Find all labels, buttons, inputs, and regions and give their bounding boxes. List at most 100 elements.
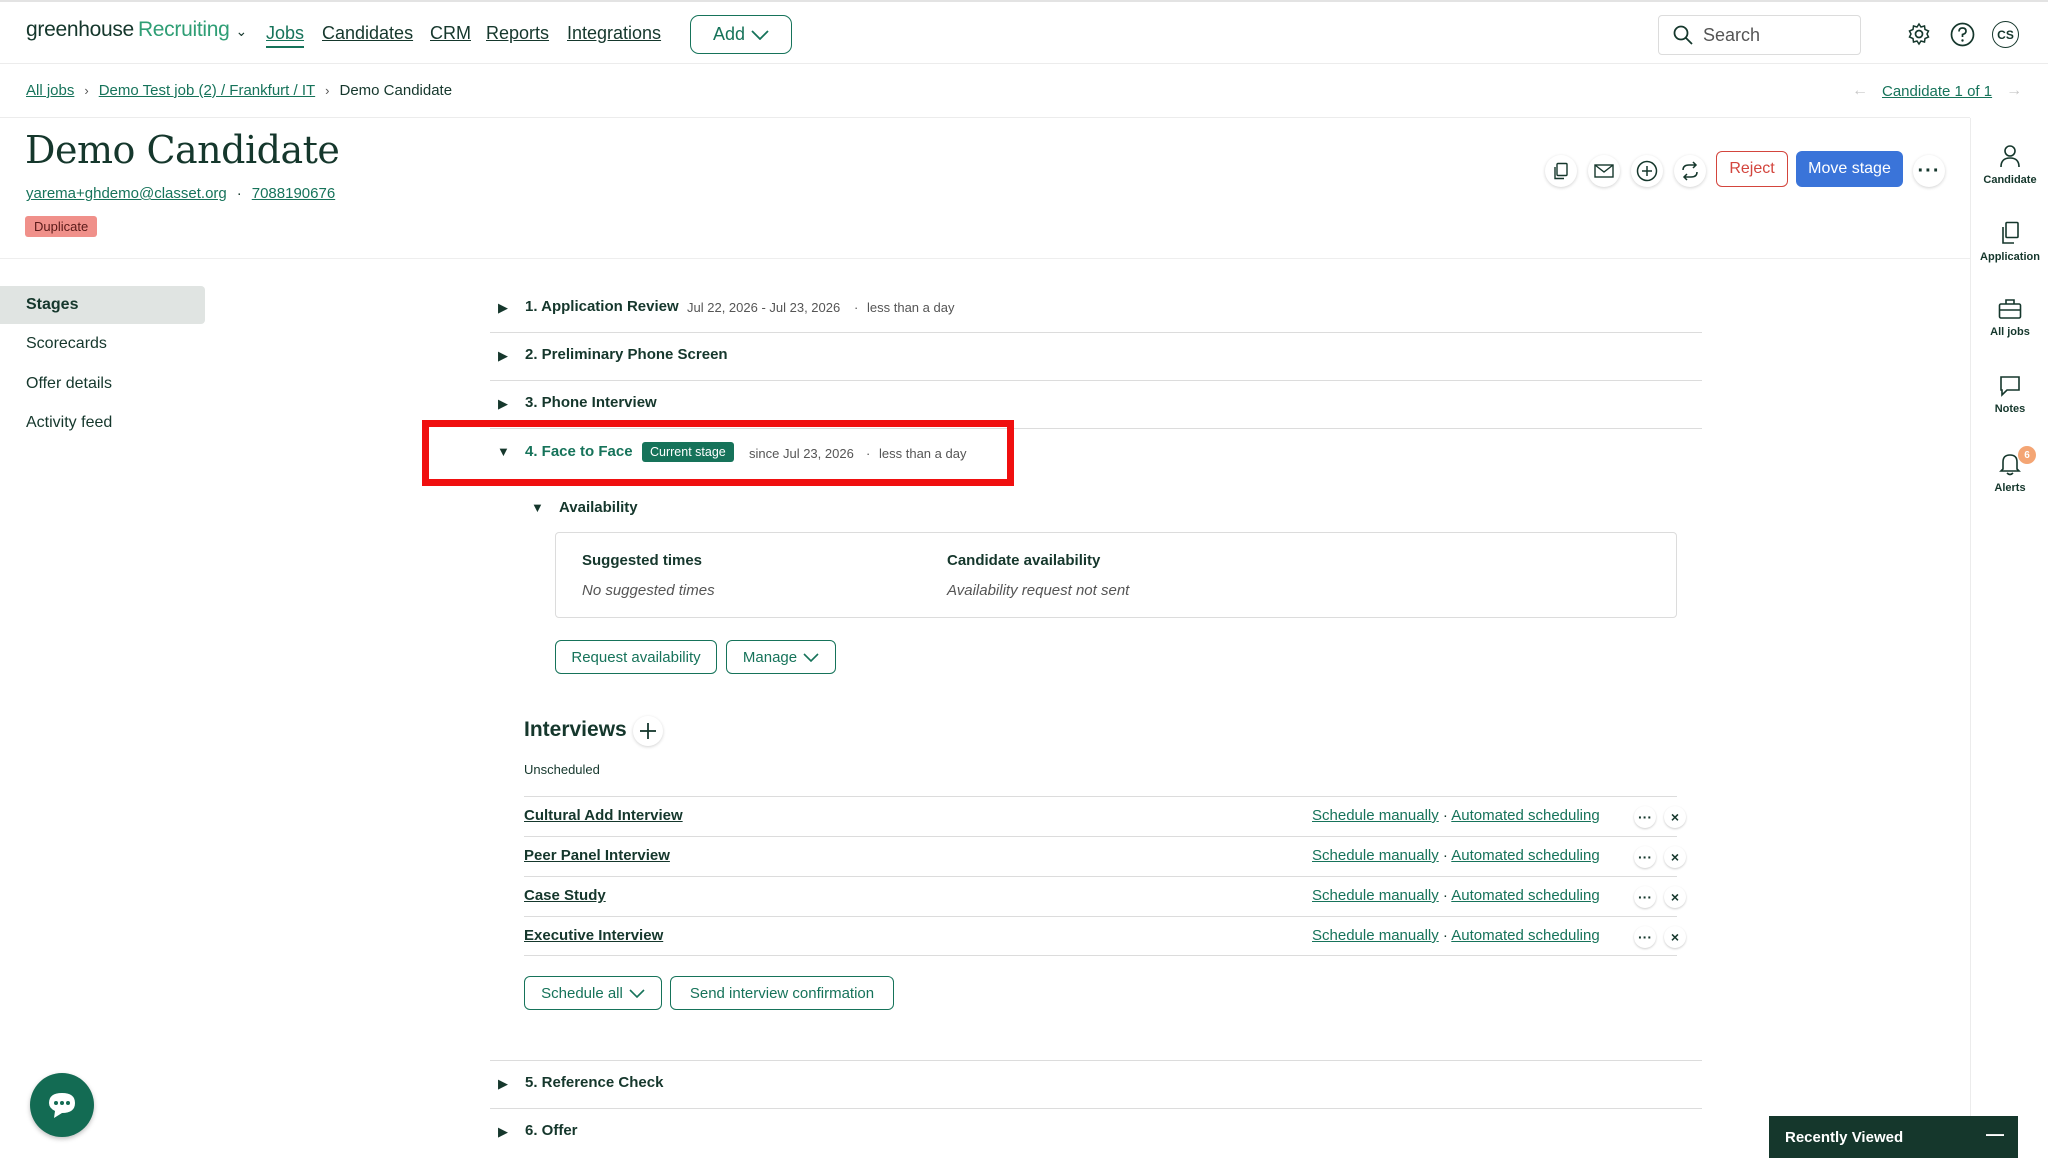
manage-button[interactable]: Manage — [726, 640, 836, 674]
stage-dates: Jul 22, 2026 - Jul 23, 2026 — [687, 300, 841, 315]
bell-icon: 6 — [1971, 446, 2048, 476]
candidate-availability-label: Candidate availability — [947, 552, 1101, 569]
caret-right-icon[interactable]: ▶ — [498, 396, 508, 412]
comment-icon — [1971, 375, 2048, 397]
interview-name-link[interactable]: Peer Panel Interview — [524, 847, 670, 864]
button-label: Request availability — [571, 648, 701, 666]
app-logo[interactable]: greenhouse Recruiting ⌄ — [26, 18, 247, 42]
caret-down-icon[interactable]: ▼ — [531, 500, 544, 515]
logo-text: greenhouse — [26, 18, 134, 41]
transfer-icon[interactable] — [1674, 155, 1706, 187]
nav-reports[interactable]: Reports — [486, 23, 549, 44]
stage-name: 3. Phone Interview — [525, 394, 657, 411]
separator-dot: · — [236, 185, 242, 202]
add-interview-icon[interactable] — [633, 716, 663, 746]
chevron-down-icon[interactable]: ⌄ — [235, 23, 247, 39]
interview-name-link[interactable]: Case Study — [524, 887, 606, 904]
more-options-icon[interactable]: ··· — [1634, 886, 1656, 908]
table-row: Executive Interview Schedule manually · … — [524, 916, 1686, 956]
add-label: Add — [712, 24, 746, 44]
schedule-all-button[interactable]: Schedule all — [524, 976, 662, 1010]
interviews-title: Interviews — [524, 718, 627, 741]
stage-row-preliminary-phone-screen[interactable]: ▶ 2. Preliminary Phone Screen — [490, 333, 1702, 381]
search-input[interactable]: Search — [1658, 15, 1861, 55]
stage-row-reference-check[interactable]: ▶ 5. Reference Check — [490, 1061, 1702, 1109]
automated-scheduling-link[interactable]: Automated scheduling — [1451, 887, 1599, 904]
chevron-right-icon: › — [325, 83, 330, 98]
more-options-icon[interactable]: ··· — [1634, 806, 1656, 828]
recently-viewed-panel[interactable]: Recently Viewed — — [1769, 1116, 2018, 1158]
rail-notes[interactable]: Notes — [1971, 375, 2048, 415]
minimize-icon[interactable]: — — [1986, 1124, 2004, 1145]
close-icon[interactable]: × — [1664, 886, 1686, 908]
breadcrumb-job[interactable]: Demo Test job (2) / Frankfurt / IT — [99, 82, 315, 99]
schedule-manually-link[interactable]: Schedule manually — [1312, 807, 1439, 824]
candidate-count-link[interactable]: Candidate 1 of 1 — [1882, 83, 1992, 100]
logo-product: Recruiting — [137, 18, 230, 41]
close-icon[interactable]: × — [1664, 806, 1686, 828]
automated-scheduling-link[interactable]: Automated scheduling — [1451, 807, 1599, 824]
arrow-left-icon[interactable]: ← — [1852, 82, 1868, 100]
arrow-right-icon[interactable]: → — [2006, 82, 2022, 100]
caret-right-icon[interactable]: ▶ — [498, 348, 508, 364]
button-label: Manage — [742, 648, 798, 666]
rail-all-jobs[interactable]: All jobs — [1971, 298, 2048, 338]
reject-button[interactable]: Reject — [1716, 151, 1788, 187]
move-stage-button[interactable]: Move stage — [1796, 151, 1903, 187]
sidebar-item-stages[interactable]: Stages — [0, 286, 205, 324]
chat-icon[interactable] — [30, 1073, 94, 1137]
add-button[interactable]: Add — [690, 15, 792, 54]
automated-scheduling-link[interactable]: Automated scheduling — [1451, 847, 1599, 864]
more-options-icon[interactable]: ··· — [1634, 846, 1656, 868]
more-options-icon[interactable]: ··· — [1634, 926, 1656, 948]
schedule-manually-link[interactable]: Schedule manually — [1312, 927, 1439, 944]
candidate-email-link[interactable]: yarema+ghdemo@classet.org — [26, 185, 227, 202]
nav-integrations[interactable]: Integrations — [567, 23, 661, 44]
nav-candidates[interactable]: Candidates — [322, 23, 413, 44]
avatar[interactable]: CS — [1992, 21, 2019, 48]
stage-name: 6. Offer — [525, 1122, 578, 1139]
sidebar-item-scorecards[interactable]: Scorecards — [0, 325, 205, 363]
send-interview-confirmation-button[interactable]: Send interview confirmation — [670, 976, 894, 1010]
more-options-icon[interactable]: ··· — [1913, 155, 1945, 187]
sidebar-item-offer-details[interactable]: Offer details — [0, 365, 205, 403]
automated-scheduling-link[interactable]: Automated scheduling — [1451, 927, 1599, 944]
chevron-down-icon — [629, 988, 645, 998]
copy-icon[interactable] — [1545, 155, 1577, 187]
rail-application[interactable]: Application — [1971, 221, 2048, 263]
recently-viewed-label: Recently Viewed — [1785, 1128, 1904, 1146]
request-availability-button[interactable]: Request availability — [555, 640, 717, 674]
gear-icon[interactable] — [1906, 21, 1932, 47]
duplicate-badge[interactable]: Duplicate — [25, 216, 98, 237]
help-icon[interactable] — [1949, 21, 1975, 47]
stage-row-offer[interactable]: ▶ 6. Offer — [490, 1109, 1702, 1157]
close-icon[interactable]: × — [1664, 926, 1686, 948]
close-icon[interactable]: × — [1664, 846, 1686, 868]
schedule-manually-link[interactable]: Schedule manually — [1312, 887, 1439, 904]
nav-jobs[interactable]: Jobs — [266, 23, 305, 48]
nav-crm[interactable]: CRM — [430, 23, 471, 44]
sidebar-item-activity-feed[interactable]: Activity feed — [0, 404, 205, 442]
search-placeholder: Search — [1703, 24, 1761, 45]
interview-name-link[interactable]: Cultural Add Interview — [524, 807, 683, 824]
stage-name: 1. Application Review — [525, 298, 679, 315]
add-circle-icon[interactable] — [1631, 155, 1663, 187]
schedule-manually-link[interactable]: Schedule manually — [1312, 847, 1439, 864]
table-row: Cultural Add Interview Schedule manually… — [524, 796, 1686, 836]
caret-right-icon[interactable]: ▶ — [498, 1124, 508, 1140]
candidate-phone-link[interactable]: 7088190676 — [252, 185, 335, 202]
rail-label: All jobs — [1990, 326, 2030, 338]
breadcrumb: All jobs › Demo Test job (2) / Frankfurt… — [26, 82, 452, 99]
suggested-times-value: No suggested times — [582, 582, 715, 599]
chevron-down-icon — [803, 652, 819, 662]
suggested-times-label: Suggested times — [582, 552, 703, 569]
header-divider — [0, 258, 1970, 259]
breadcrumb-all-jobs[interactable]: All jobs — [26, 82, 74, 99]
interview-name-link[interactable]: Executive Interview — [524, 927, 663, 944]
rail-alerts[interactable]: 6 Alerts — [1971, 446, 2048, 494]
caret-right-icon[interactable]: ▶ — [498, 1076, 508, 1092]
stage-row-application-review[interactable]: ▶ 1. Application Review Jul 22, 2026 - J… — [490, 285, 1702, 333]
rail-candidate[interactable]: Candidate — [1971, 144, 2048, 186]
caret-right-icon[interactable]: ▶ — [498, 300, 508, 316]
email-icon[interactable] — [1588, 155, 1620, 187]
